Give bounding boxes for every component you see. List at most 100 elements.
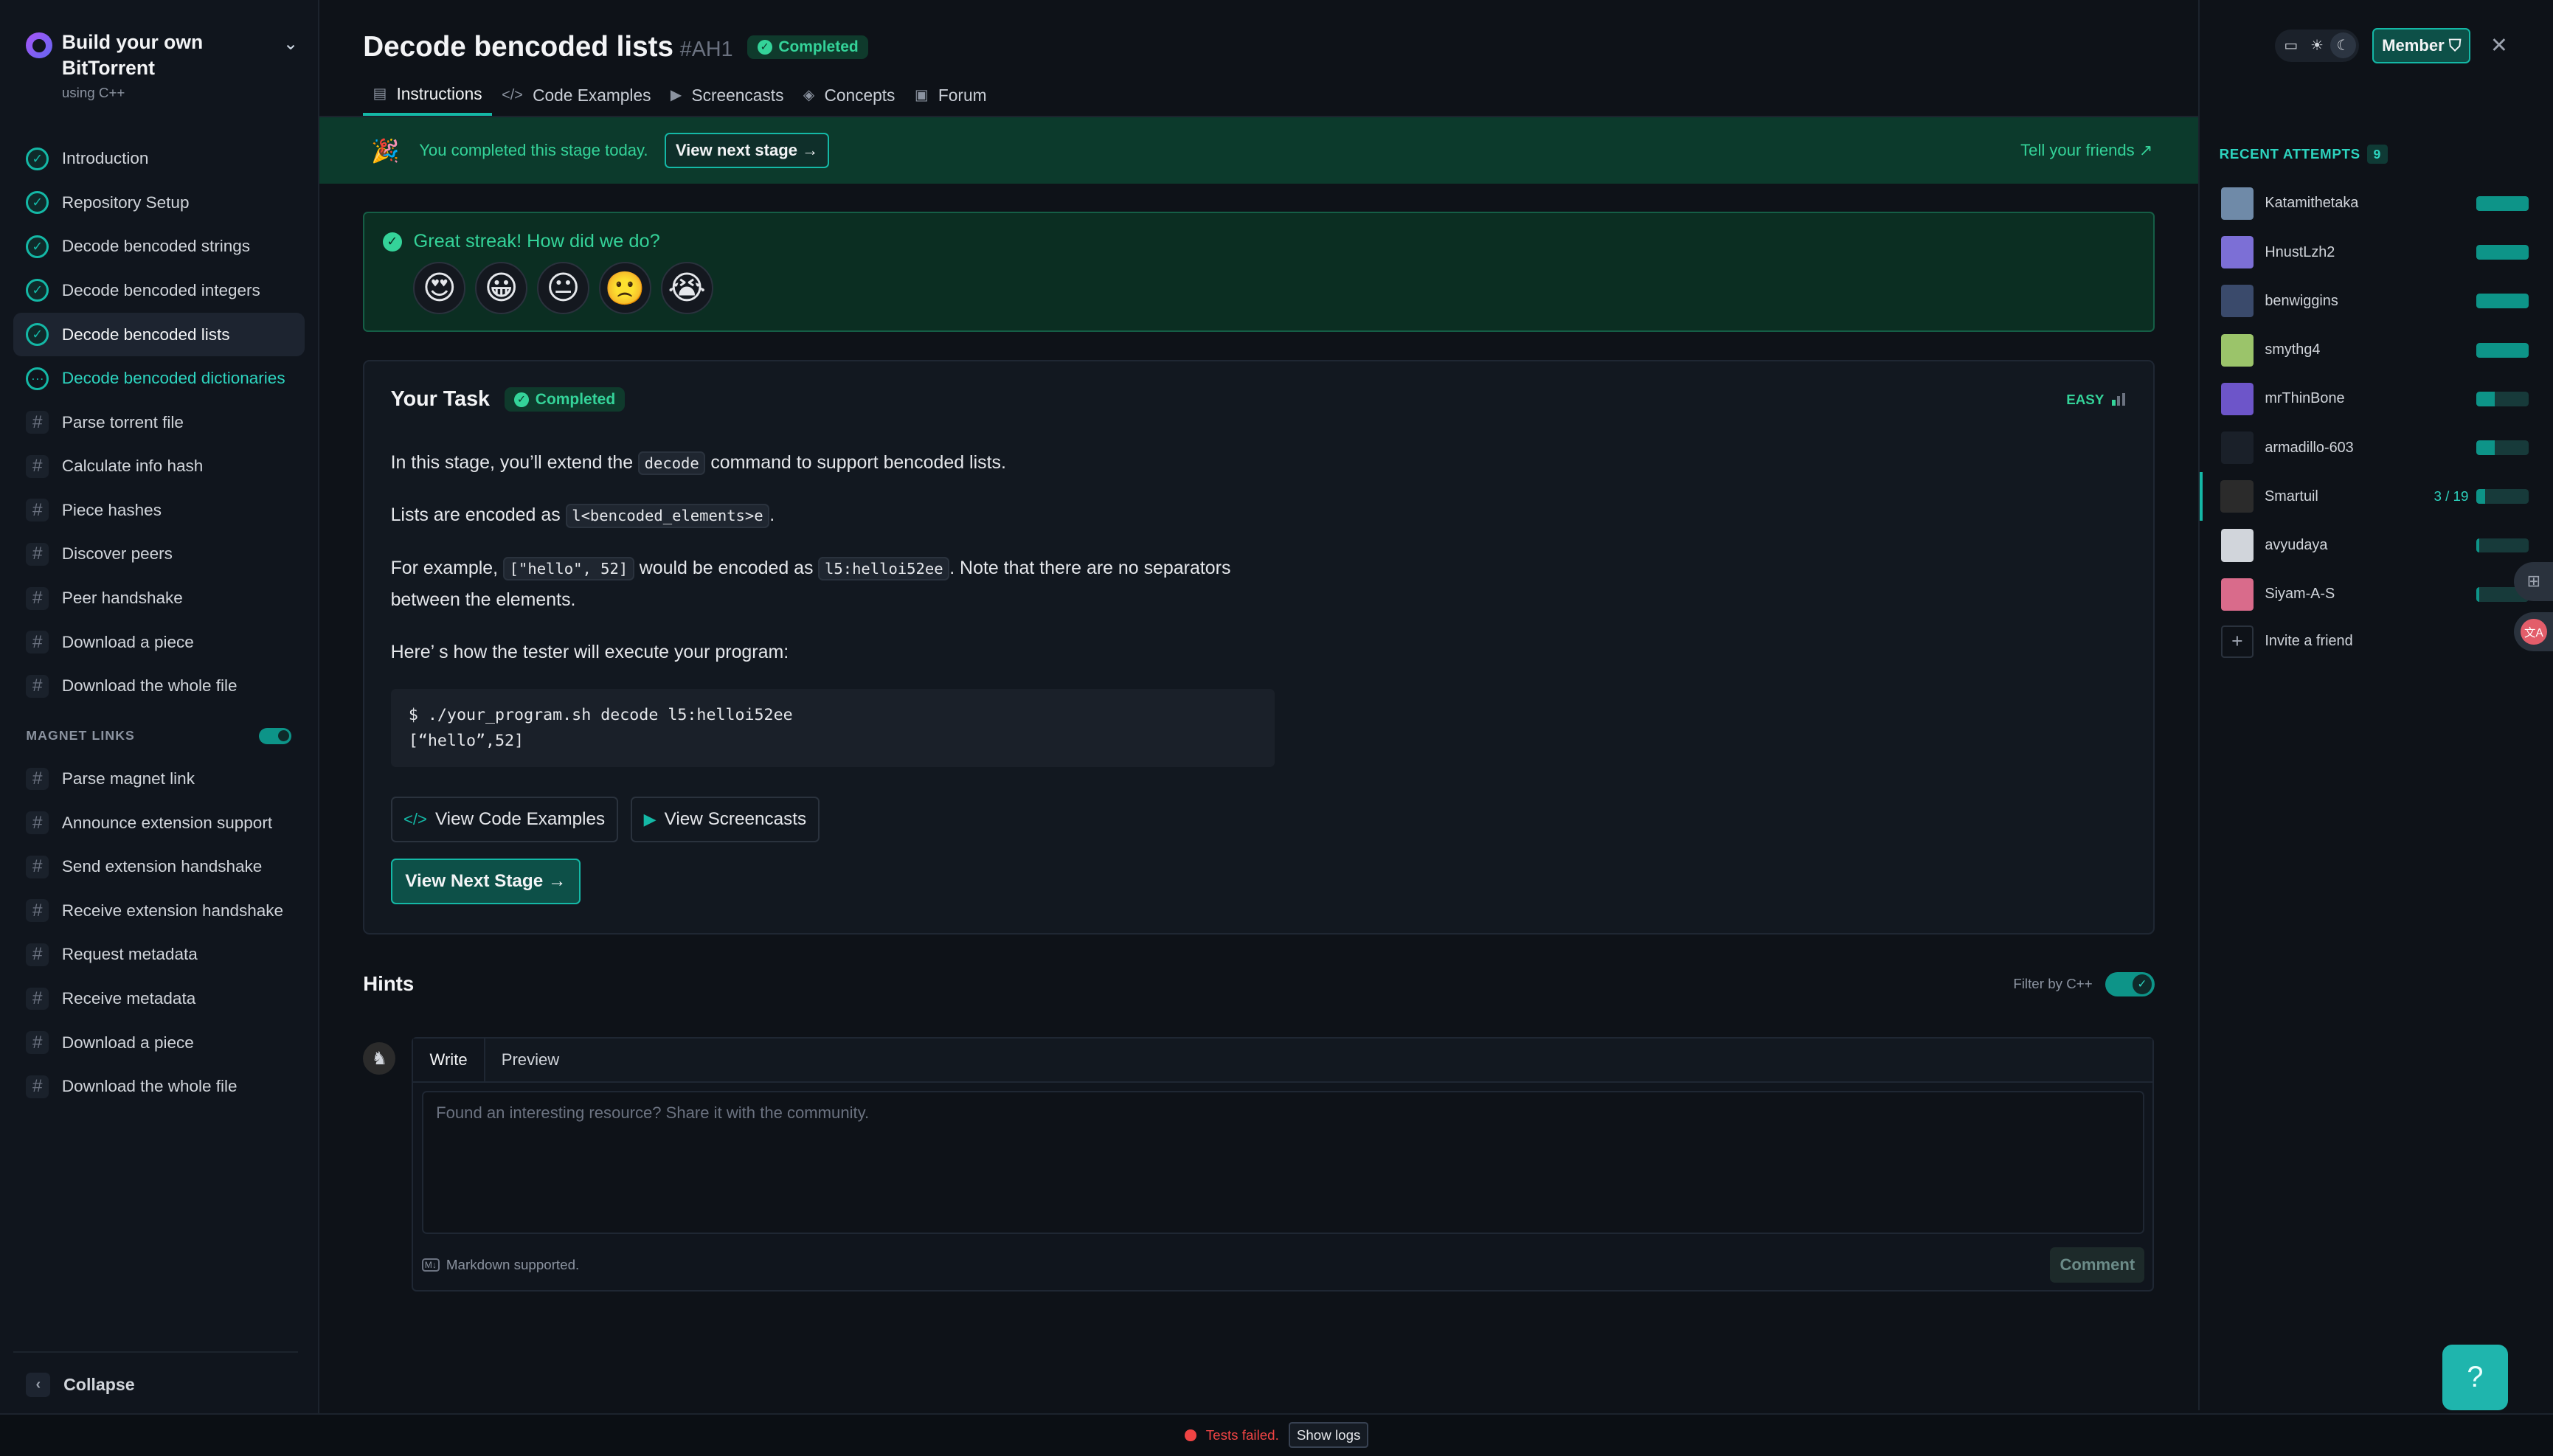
attempt-row[interactable]: mrThinBone [2200, 375, 2553, 423]
emoji-rating-button[interactable]: 🙁 [599, 262, 651, 315]
progress-bar [2476, 440, 2529, 455]
sidebar-item-download-the-whole-file[interactable]: # Download the whole file [13, 1064, 305, 1109]
tab-screencasts[interactable]: ▶ Screencasts [661, 75, 794, 116]
external-link-icon: ↗ [2138, 141, 2153, 160]
grid-plus-icon[interactable]: ⊞ [2514, 561, 2553, 601]
button-label: View Screencasts [664, 808, 807, 829]
banner-text: You completed this stage today. [419, 141, 648, 160]
magnet-stage-list: # Parse magnet link # Announce extension su… [0, 757, 318, 1109]
attempt-username: armadillo-603 [2265, 439, 2354, 456]
main-content: Decode bencoded lists #AH1 ✓ Completed ▤… [319, 0, 2199, 1410]
emoji-rating-button[interactable]: 😀 [475, 262, 527, 315]
sidebar-item-request-metadata[interactable]: # Request metadata [13, 933, 305, 977]
course-header[interactable]: Build your own BitTorrent ⌄ [0, 0, 318, 81]
recent-attempts-count: 9 [2366, 145, 2388, 164]
sidebar-item-download-a-piece[interactable]: # Download a piece [13, 1021, 305, 1065]
help-button[interactable]: ? [2442, 1345, 2508, 1410]
status-badge-label: Completed [535, 390, 616, 408]
tab-write[interactable]: Write [413, 1039, 485, 1081]
check-circle-icon: ✓ [757, 40, 772, 55]
sidebar-item-download-a-piece[interactable]: # Download a piece [13, 620, 305, 665]
markdown-note: M↓ Markdown supported. [421, 1257, 579, 1273]
attempt-username: HnustLzh2 [2265, 243, 2335, 260]
error-dot-icon [1185, 1429, 1196, 1441]
sidebar-item-peer-handshake[interactable]: # Peer handshake [13, 576, 305, 620]
check-circle-icon: ✓ [26, 235, 49, 258]
comment-textarea[interactable]: Found an interesting resource? Share it … [421, 1090, 2145, 1235]
sidebar-item-piece-hashes[interactable]: # Piece hashes [13, 488, 305, 533]
sidebar-item-announce-extension-support[interactable]: # Announce extension support [13, 801, 305, 845]
view-next-stage-primary-button[interactable]: View Next Stage → [390, 858, 581, 904]
tab-label: Code Examples [533, 85, 651, 105]
collapse-button[interactable]: ‹ Collapse [26, 1372, 135, 1398]
sidebar-item-decode-bencoded-dictionaries[interactable]: ··· Decode bencoded dictionaries [13, 356, 305, 401]
button-label: View Code Examples [434, 808, 606, 829]
tab-forum[interactable]: ▣ Forum [905, 75, 997, 116]
invite-friend-button[interactable]: + Invite a friend [2200, 619, 2553, 665]
view-next-stage-button[interactable]: View next stage → [664, 133, 830, 169]
monitor-icon[interactable]: ▭ [2278, 32, 2304, 58]
sidebar-item-download-the-whole-file[interactable]: # Download the whole file [13, 664, 305, 708]
sidebar-item-introduction[interactable]: ✓ Introduction [13, 136, 305, 181]
top-controls: ▭ ☀ ☾ Member ⛉ ✕ [2274, 27, 2508, 64]
divider [13, 1351, 299, 1353]
theme-switcher: ▭ ☀ ☾ [2274, 29, 2360, 62]
moon-icon[interactable]: ☾ [2329, 32, 2356, 59]
sun-icon[interactable]: ☀ [2304, 32, 2329, 58]
translate-button[interactable]: 文A [2514, 612, 2553, 651]
emoji-rating-button[interactable]: 😍 [413, 262, 466, 315]
sidebar-item-parse-magnet-link[interactable]: # Parse magnet link [13, 757, 305, 801]
difficulty-bars-icon [2112, 392, 2127, 406]
code-icon: </> [502, 86, 523, 103]
status-bar: Tests failed. Show logs [0, 1413, 2553, 1456]
attempt-row[interactable]: Katamithetaka [2200, 179, 2553, 228]
chevron-down-icon[interactable]: ⌄ [283, 32, 298, 55]
sidebar-item-decode-bencoded-strings[interactable]: ✓ Decode bencoded strings [13, 225, 305, 269]
sidebar-item-receive-metadata[interactable]: # Receive metadata [13, 977, 305, 1021]
avatar [2220, 578, 2254, 611]
attempt-row[interactable]: benwiggins [2200, 277, 2553, 325]
sidebar-item-decode-bencoded-integers[interactable]: ✓ Decode bencoded integers [13, 268, 305, 313]
show-logs-button[interactable]: Show logs [1289, 1422, 1369, 1449]
sidebar-item-parse-torrent-file[interactable]: # Parse torrent file [13, 401, 305, 445]
tab-concepts[interactable]: ◈ Concepts [794, 75, 905, 116]
sidebar-item-calculate-info-hash[interactable]: # Calculate info hash [13, 444, 305, 488]
sidebar: Build your own BitTorrent ⌄ using C++ ✓ I… [0, 0, 319, 1456]
attempt-row[interactable]: armadillo-603 [2200, 423, 2553, 472]
sidebar-item-send-extension-handshake[interactable]: # Send extension handshake [13, 845, 305, 889]
comment-tabs: Write Preview [413, 1039, 2153, 1083]
emoji-rating-button[interactable]: 😐 [537, 262, 589, 315]
view-screencasts-button[interactable]: ▶ View Screencasts [631, 796, 820, 842]
member-label: Member [2382, 35, 2445, 55]
close-icon[interactable]: ✕ [2490, 32, 2508, 58]
attempt-row[interactable]: Smartuil 3 / 19 [2200, 472, 2553, 521]
comment-footer: M↓ Markdown supported. Comment [421, 1247, 2145, 1283]
question-icon: ? [2467, 1361, 2484, 1394]
sidebar-item-decode-bencoded-lists[interactable]: ✓ Decode bencoded lists [13, 312, 305, 357]
attempt-username: Siyam-A-S [2265, 586, 2335, 603]
hash-icon: # [26, 1075, 49, 1098]
chevron-left-icon: ‹ [26, 1372, 51, 1398]
sidebar-item-repository-setup[interactable]: ✓ Repository Setup [13, 181, 305, 225]
magnet-links-toggle[interactable] [259, 727, 292, 744]
attempt-row[interactable]: smythg4 [2200, 325, 2553, 374]
paragraph: Lists are encoded as l<bencoded_elements… [391, 500, 1270, 532]
hints-title: Hints [363, 971, 415, 995]
attempt-row[interactable]: Siyam-A-S [2200, 570, 2553, 619]
sidebar-item-receive-extension-handshake[interactable]: # Receive extension handshake [13, 889, 305, 933]
view-code-examples-button[interactable]: </> View Code Examples [390, 796, 618, 842]
tab-instructions[interactable]: ▤ Instructions [363, 75, 492, 116]
task-card: Your Task ✓ Completed EASY In this stage… [363, 359, 2155, 935]
member-badge[interactable]: Member ⛉ [2372, 27, 2471, 64]
avatar [2220, 236, 2254, 269]
attempt-row[interactable]: avyudaya [2200, 521, 2553, 569]
filter-toggle[interactable] [2105, 971, 2155, 996]
hash-icon: # [26, 987, 49, 1010]
emoji-rating-button[interactable]: 😭 [660, 262, 713, 315]
tab-code-examples[interactable]: </> Code Examples [492, 75, 661, 116]
comment-button[interactable]: Comment [2050, 1247, 2145, 1283]
attempt-row[interactable]: HnustLzh2 [2200, 228, 2553, 277]
sidebar-item-discover-peers[interactable]: # Discover peers [13, 533, 305, 577]
tab-preview[interactable]: Preview [485, 1039, 576, 1081]
tell-your-friends-link[interactable]: Tell your friends ↗ [2020, 141, 2152, 160]
